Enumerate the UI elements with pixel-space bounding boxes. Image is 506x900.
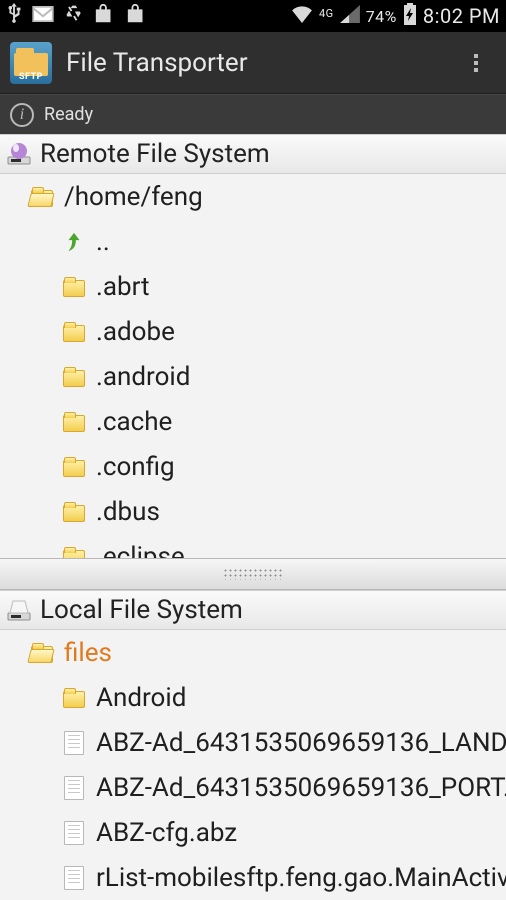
remote-file-list[interactable]: /home/feng .. .abrt .adobe .android .cac…: [0, 174, 506, 558]
remote-drive-icon: [4, 141, 34, 167]
folder-icon: [60, 498, 88, 526]
pane-splitter[interactable]: [0, 558, 506, 590]
recycle-icon: [64, 4, 84, 29]
list-item[interactable]: ABZ-Ad_6431535069659136_LAND.jp: [0, 720, 506, 765]
local-pane-title: Local File System: [40, 595, 243, 625]
list-item[interactable]: ABZ-cfg.abz: [0, 810, 506, 855]
file-icon: [60, 729, 88, 757]
list-item[interactable]: .android: [0, 354, 506, 399]
usb-icon: [6, 3, 22, 30]
file-icon: [60, 819, 88, 847]
list-item[interactable]: rList-mobilesftp.feng.gao.MainActivit: [0, 855, 506, 900]
item-label: ABZ-Ad_6431535069659136_LAND.jp: [96, 728, 506, 758]
folder-icon: [60, 684, 88, 712]
item-label: ABZ-Ad_6431535069659136_PORT.jp: [96, 773, 506, 803]
parent-dir-row[interactable]: ..: [0, 219, 506, 264]
parent-dir-label: ..: [96, 227, 110, 257]
item-label: ABZ-cfg.abz: [96, 818, 237, 848]
list-item[interactable]: Android: [0, 675, 506, 720]
local-current-path[interactable]: files: [0, 630, 506, 675]
folder-icon: [60, 453, 88, 481]
list-item[interactable]: ABZ-Ad_6431535069659136_PORT.jp: [0, 765, 506, 810]
clock: 8:02 PM: [423, 4, 500, 28]
list-item[interactable]: .config: [0, 444, 506, 489]
android-statusbar: 4G 74% 8:02 PM: [0, 0, 506, 32]
folder-icon: [60, 273, 88, 301]
file-icon: [60, 774, 88, 802]
shop-icon: [94, 3, 116, 30]
network-type-label: 4G: [319, 7, 334, 20]
overflow-menu-button[interactable]: [456, 43, 496, 83]
item-label: .config: [96, 452, 175, 482]
item-label: .eclipse: [96, 542, 185, 559]
gmail-icon: [32, 6, 54, 27]
item-label: .adobe: [96, 317, 175, 347]
app-icon: SFTP: [10, 42, 52, 84]
folder-icon: [60, 363, 88, 391]
battery-charging-icon: [403, 3, 417, 30]
item-label: .cache: [96, 407, 172, 437]
folder-icon: [60, 543, 88, 559]
status-text: Ready: [44, 104, 93, 125]
item-label: .abrt: [96, 272, 150, 302]
local-path-label: files: [64, 638, 112, 668]
file-icon: [60, 864, 88, 892]
remote-pane-title: Remote File System: [40, 139, 270, 169]
item-label: .dbus: [96, 497, 160, 527]
info-icon: i: [10, 103, 34, 127]
folder-icon: [60, 408, 88, 436]
list-item[interactable]: .abrt: [0, 264, 506, 309]
app-title: File Transporter: [66, 48, 456, 78]
app-titlebar: SFTP File Transporter: [0, 32, 506, 94]
grip-icon: [223, 568, 283, 580]
local-pane-header[interactable]: Local File System: [0, 590, 506, 630]
folder-open-icon: [28, 183, 56, 211]
list-item[interactable]: .cache: [0, 399, 506, 444]
signal-icon: [340, 5, 360, 28]
battery-pct: 74%: [366, 7, 397, 26]
up-arrow-icon: [60, 228, 88, 256]
item-label: .android: [96, 362, 190, 392]
item-label: rList-mobilesftp.feng.gao.MainActivit: [96, 863, 506, 893]
app-icon-label: SFTP: [19, 72, 43, 84]
list-item[interactable]: .eclipse: [0, 534, 506, 558]
list-item[interactable]: .dbus: [0, 489, 506, 534]
local-drive-icon: [4, 597, 34, 623]
folder-icon: [60, 318, 88, 346]
wifi-icon: [291, 5, 313, 28]
item-label: Android: [96, 683, 186, 713]
remote-pane-header[interactable]: Remote File System: [0, 134, 506, 174]
remote-path-label: /home/feng: [64, 182, 203, 212]
remote-current-path[interactable]: /home/feng: [0, 174, 506, 219]
status-strip: i Ready: [0, 94, 506, 134]
play-icon: [126, 3, 148, 30]
local-file-list[interactable]: files Android ABZ-Ad_6431535069659136_LA…: [0, 630, 506, 900]
folder-open-icon: [28, 639, 56, 667]
list-item[interactable]: .adobe: [0, 309, 506, 354]
